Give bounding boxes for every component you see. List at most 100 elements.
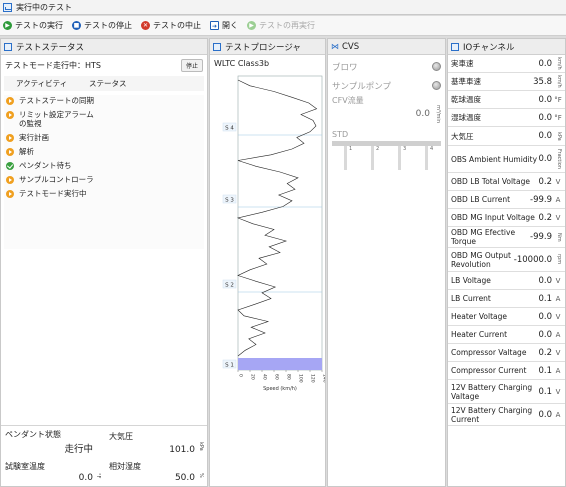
io-channel-row[interactable]: 実車速 0.0 km/h — [448, 55, 565, 73]
blower-indicator-icon — [432, 62, 441, 71]
blower-label: ブロワ — [332, 62, 358, 73]
activity-item: テストステートの同期 — [4, 95, 204, 106]
x-tick-label: 20 — [250, 374, 256, 380]
run-test-button[interactable]: ▶ テストの実行 — [3, 20, 63, 31]
room-temperature-label: 試験室温度 — [5, 462, 45, 471]
io-channel-unit: V — [555, 387, 561, 396]
io-channel-value: 0.0 — [538, 94, 552, 105]
test-status-header: テストステータス — [1, 39, 207, 55]
io-channel-unit: °F — [554, 113, 562, 122]
io-channel-row[interactable]: OBS Ambient Humidity 0.0 Fraction — [448, 146, 565, 173]
room-temperature-value: 0.0 — [78, 473, 93, 483]
io-channel-name: OBS Ambient Humidity — [451, 154, 538, 164]
cfv-flow-unit: m³/min — [435, 105, 441, 123]
io-channel-value: 0.1 — [538, 386, 552, 397]
io-channel-value: -99.9 — [530, 194, 552, 205]
io-channel-row[interactable]: 乾球温度 0.0 °F — [448, 91, 565, 109]
stop-icon: ■ — [72, 21, 81, 30]
io-channel-row[interactable]: LB Current 0.1 A — [448, 290, 565, 308]
io-channel-name: LB Current — [451, 294, 491, 303]
abort-icon: ✕ — [141, 21, 150, 30]
open-button[interactable]: ➜ 開く — [210, 20, 238, 31]
rerun-icon: ▶ — [247, 21, 256, 30]
window-title: 実行中のテスト — [16, 2, 72, 12]
activity-column-header: アクティビティ — [16, 79, 68, 88]
atmospheric-pressure-value: 101.0 — [169, 445, 195, 455]
play-icon — [6, 111, 14, 119]
activity-item: 実行計画 — [4, 132, 204, 143]
io-channel-row[interactable]: Compressor Valtage 0.2 V — [448, 344, 565, 362]
io-channel-name: Heater Current — [451, 330, 508, 339]
io-channel-row[interactable]: 基準車速 35.8 km/h — [448, 73, 565, 91]
stop-test-button[interactable]: ■ テストの停止 — [72, 20, 132, 31]
atmospheric-pressure-label: 大気圧 — [109, 432, 133, 441]
panel-icon — [451, 42, 459, 51]
io-channel-row[interactable]: Heater Voltage 0.0 V — [448, 308, 565, 326]
io-channel-unit: °F — [554, 95, 562, 104]
activity-label: ペンダント待ち — [19, 161, 72, 170]
io-channel-row[interactable]: 大気圧 0.0 kPa — [448, 127, 565, 146]
io-channel-row[interactable]: OBD LB Total Voltage 0.2 V — [448, 173, 565, 191]
x-tick-label: 120 — [310, 374, 316, 383]
io-channel-row[interactable]: OBD MG Output Revolution -10000.0 rpm — [448, 248, 565, 272]
io-channel-unit: A — [555, 330, 561, 339]
io-channel-value: 0.0 — [538, 409, 552, 420]
io-channel-unit: km/h — [556, 75, 562, 88]
io-channel-row[interactable]: OBD MG Efective Torque -99.9 Nm — [448, 227, 565, 248]
cvs-panel: ⋈ CVS ブロワ サンプルポンプ CFV流量 0.0 m³/min STD 1… — [327, 38, 446, 487]
io-channel-unit: km/h — [556, 57, 562, 70]
io-channel-row[interactable]: 12V Battery Charging Current 0.0 A — [448, 404, 565, 426]
abort-test-button[interactable]: ✕ テストの中止 — [141, 20, 201, 31]
std-bag-slots: 1 2 3 4 — [332, 146, 441, 170]
activity-item: 解析 — [4, 146, 204, 157]
io-channel-value: 35.8 — [533, 76, 552, 87]
io-channel-value: 0.0 — [538, 275, 552, 286]
cfv-flow-readout: 0.0 m³/min — [328, 105, 445, 123]
io-channel-row[interactable]: Compressor Current 0.1 A — [448, 362, 565, 380]
io-channel-value: 0.0 — [538, 311, 552, 322]
pendant-state-value: 走行中 — [64, 444, 93, 455]
activity-item: リミット設定アラームの監視 — [4, 109, 204, 129]
io-channel-value: -10000.0 — [513, 254, 552, 265]
sample-pump-label: サンプルポンプ — [332, 81, 391, 92]
play-icon — [6, 97, 14, 105]
io-channel-name: 12V Battery Charging Current — [451, 405, 533, 424]
phase-marker-label: S 2 — [225, 282, 234, 288]
relative-humidity-label: 相対湿度 — [109, 462, 141, 471]
io-channel-row[interactable]: Heater Current 0.0 A — [448, 326, 565, 344]
io-channel-name: 12V Battery Charging Valtage — [451, 382, 533, 401]
io-channel-row[interactable]: 12V Battery Charging Valtage 0.1 V — [448, 380, 565, 404]
cvs-title: CVS — [342, 41, 360, 52]
activity-label: 解析 — [19, 147, 34, 156]
test-procedure-title: テストプロシージャ — [225, 42, 301, 53]
io-channel-row[interactable]: 湿球温度 0.0 °F — [448, 109, 565, 127]
current-position-highlight — [238, 358, 322, 370]
cvs-icon: ⋈ — [331, 42, 339, 51]
x-tick-label: 60 — [274, 374, 280, 380]
io-channel-name: 大気圧 — [451, 131, 474, 141]
io-channel-name: OBD MG Input Voltage — [451, 213, 535, 222]
io-channel-unit: V — [555, 177, 561, 186]
rerun-test-button[interactable]: ▶ テストの再実行 — [247, 20, 315, 31]
check-icon — [6, 162, 14, 170]
io-channel-value: 0.0 — [538, 131, 552, 141]
x-axis-label: Speed (km/h) — [263, 386, 297, 392]
io-channel-row[interactable]: LB Voltage 0.0 V — [448, 272, 565, 290]
io-channel-value: 0.0 — [538, 329, 552, 340]
activity-label: テストステートの同期 — [19, 96, 94, 105]
x-tick-label: 100 — [298, 374, 304, 383]
stop-mode-button[interactable]: 停止 — [180, 59, 203, 72]
relative-humidity-value: 50.0 — [174, 473, 195, 483]
io-channel-row[interactable]: OBD LB Current -99.9 A — [448, 191, 565, 209]
run-test-label: テストの実行 — [15, 21, 63, 30]
open-label: 開く — [222, 21, 238, 30]
io-channel-value: -99.9 — [530, 232, 552, 242]
io-channel-name: Heater Voltage — [451, 312, 508, 321]
relative-humidity-unit: % — [198, 473, 204, 478]
io-channel-name: OBD LB Total Voltage — [451, 177, 530, 186]
panel-icon — [213, 42, 221, 51]
io-channel-unit: rpm — [556, 254, 562, 265]
std-bag-slot: 2 — [371, 146, 379, 170]
io-channel-row[interactable]: OBD MG Input Voltage 0.2 V — [448, 209, 565, 227]
activity-label: サンプルコントローラ — [19, 175, 94, 184]
